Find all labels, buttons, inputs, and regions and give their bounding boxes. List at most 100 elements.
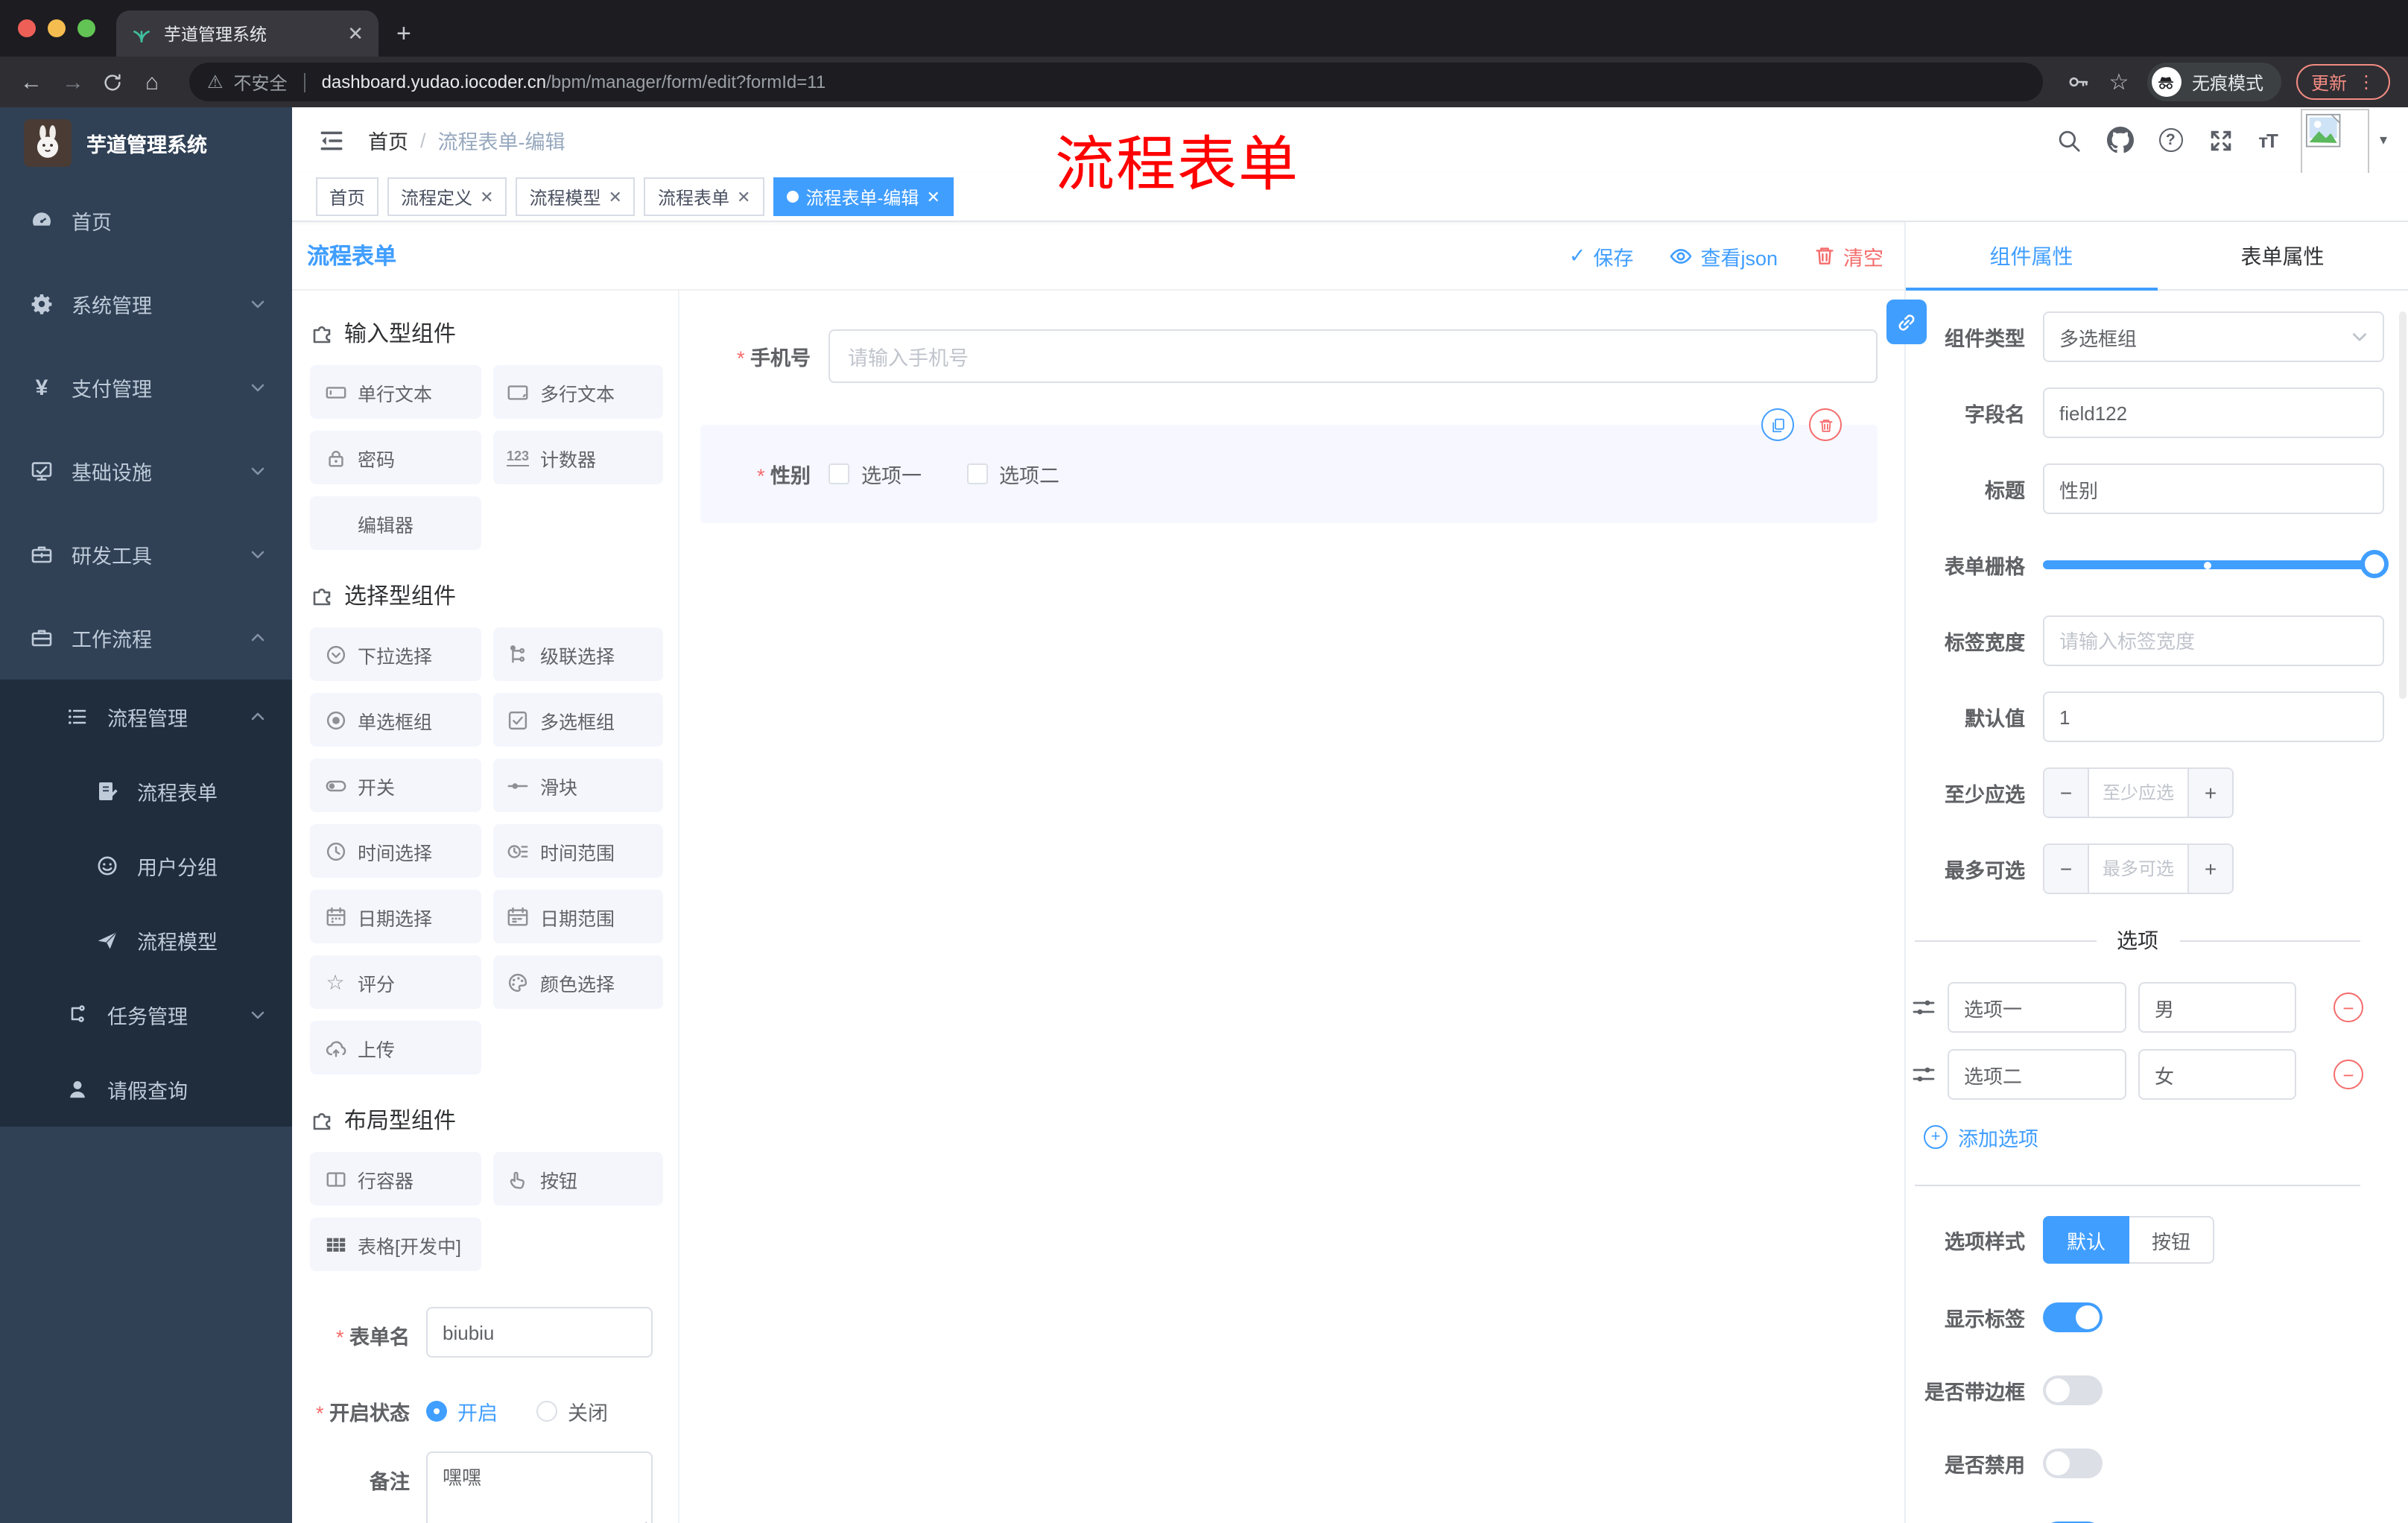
component-radio-group[interactable]: 单选框组 (310, 693, 481, 747)
sidebar-item-task-mgmt[interactable]: 任务管理 (0, 978, 292, 1052)
help-icon[interactable]: ? (2158, 128, 2183, 152)
browser-tab[interactable]: 芋道管理系统 ✕ (116, 10, 378, 57)
component-cascader[interactable]: 级联选择 (492, 627, 663, 681)
drag-handle-icon[interactable] (1912, 995, 1936, 1019)
component-counter[interactable]: 123 计数器 (492, 431, 663, 484)
checkbox-unchecked-icon[interactable] (966, 463, 987, 484)
slider-track[interactable] (2043, 560, 2384, 569)
option-value-input[interactable] (2138, 982, 2296, 1033)
clear-button[interactable]: 清空 (1813, 241, 1883, 270)
min-select-input[interactable] (2089, 769, 2187, 817)
style-default-button[interactable]: 默认 (2043, 1216, 2130, 1264)
tag-close-icon[interactable]: ✕ (480, 187, 493, 206)
new-tab-button[interactable]: + (396, 19, 411, 49)
component-multi-text[interactable]: 多行文本 (492, 365, 663, 419)
back-icon[interactable]: ← (18, 69, 45, 95)
stepper-increase-button[interactable]: + (2187, 769, 2232, 817)
component-row-container[interactable]: 行容器 (310, 1152, 481, 1206)
delete-field-button[interactable] (1809, 408, 1842, 441)
close-window-button[interactable] (18, 19, 36, 37)
sidebar-item-devtools[interactable]: 研发工具 (0, 513, 292, 596)
tag-close-icon[interactable]: ✕ (737, 187, 750, 206)
max-select-input[interactable] (2089, 845, 2187, 893)
default-value-input[interactable] (2043, 691, 2384, 742)
tag-close-icon[interactable]: ✕ (926, 187, 940, 206)
component-switch[interactable]: 开关 (310, 759, 481, 812)
tag-process-definition[interactable]: 流程定义 ✕ (387, 177, 507, 216)
forward-icon[interactable]: → (60, 69, 86, 95)
home-icon[interactable]: ⌂ (139, 69, 165, 95)
option-label-input[interactable] (1948, 982, 2126, 1033)
password-key-icon[interactable] (2067, 70, 2091, 94)
github-icon[interactable] (2106, 127, 2134, 153)
reload-icon[interactable] (101, 71, 124, 93)
component-date-picker[interactable]: 日期选择 (310, 890, 481, 943)
avatar-dropdown-caret-icon[interactable]: ▾ (2380, 132, 2387, 148)
tab-form-props[interactable]: 表单属性 (2157, 222, 2408, 289)
sidebar-fold-icon[interactable] (319, 127, 344, 153)
add-option-button[interactable]: + 添加选项 (1924, 1122, 2384, 1152)
copy-field-button[interactable] (1761, 408, 1794, 441)
form-remark-textarea[interactable]: 嘿嘿 (426, 1451, 653, 1523)
sidebar-item-process-mgmt[interactable]: 流程管理 (0, 680, 292, 754)
form-grid-slider[interactable] (2043, 539, 2389, 590)
save-button[interactable]: ✓ 保存 (1569, 241, 1634, 270)
component-select[interactable]: 下拉选择 (310, 627, 481, 681)
tag-process-form-edit[interactable]: 流程表单-编辑 ✕ (773, 177, 954, 216)
tag-close-icon[interactable]: ✕ (609, 187, 622, 206)
component-editor[interactable]: 编辑器 (310, 496, 481, 550)
search-icon[interactable] (2056, 127, 2081, 153)
tag-home[interactable]: 首页 (316, 177, 379, 216)
component-color-picker[interactable]: 颜色选择 (492, 955, 663, 1009)
option-label-input[interactable] (1948, 1049, 2126, 1100)
bookmark-star-icon[interactable]: ☆ (2106, 69, 2132, 95)
browser-menu-icon[interactable]: ⋮ (2357, 72, 2375, 92)
sidebar-item-payment[interactable]: ¥ 支付管理 (0, 346, 292, 429)
canvas-field-gender-selected[interactable]: 性别 选项一 选项二 (700, 408, 1878, 523)
stepper-increase-button[interactable]: + (2187, 845, 2232, 893)
component-upload[interactable]: 上传 (310, 1021, 481, 1074)
sidebar-item-user-groups[interactable]: 用户分组 (0, 829, 292, 903)
radio-closed[interactable]: 关闭 (536, 1396, 608, 1426)
breadcrumb-home[interactable]: 首页 (368, 125, 408, 155)
maximize-window-button[interactable] (77, 19, 95, 37)
sidebar-item-process-form[interactable]: 流程表单 (0, 754, 292, 829)
fullscreen-icon[interactable] (2208, 127, 2233, 153)
field-name-input[interactable] (2043, 387, 2384, 438)
sidebar-item-infra[interactable]: 基础设施 (0, 429, 292, 513)
tab-component-props[interactable]: 组件属性 (1906, 222, 2157, 291)
style-button-button[interactable]: 按钮 (2129, 1216, 2215, 1264)
component-checkbox-group[interactable]: 多选框组 (492, 693, 663, 747)
disabled-switch-off[interactable] (2043, 1448, 2103, 1478)
show-label-switch-on[interactable] (2043, 1302, 2103, 1332)
tab-close-icon[interactable]: ✕ (347, 22, 364, 45)
component-slider[interactable]: 滑块 (492, 759, 663, 812)
field-link-tab[interactable] (1886, 300, 1927, 344)
component-time-range[interactable]: 时间范围 (492, 824, 663, 878)
font-size-icon[interactable]: ᴛT (2258, 129, 2278, 151)
label-width-input[interactable] (2043, 615, 2384, 666)
form-name-input[interactable] (426, 1307, 653, 1358)
gender-option-2[interactable]: 选项二 (966, 459, 1059, 489)
remove-option-button[interactable]: − (2333, 992, 2363, 1022)
address-bar[interactable]: ⚠ 不安全 dashboard.yudao.iocoder.cn/bpm/man… (189, 63, 2043, 101)
sidebar-item-workflow[interactable]: 工作流程 (0, 596, 292, 680)
slider-handle[interactable] (2360, 550, 2389, 578)
option-value-input[interactable] (2138, 1049, 2296, 1100)
sidebar-item-process-model[interactable]: 流程模型 (0, 903, 292, 978)
phone-input[interactable]: 请输入手机号 (828, 329, 1878, 383)
minimize-window-button[interactable] (48, 19, 66, 37)
stepper-decrease-button[interactable]: − (2044, 845, 2089, 893)
canvas-field-phone[interactable]: 手机号 请输入手机号 (700, 329, 1878, 383)
tag-process-form[interactable]: 流程表单 ✕ (644, 177, 764, 216)
remove-option-button[interactable]: − (2333, 1060, 2363, 1089)
component-type-select[interactable]: 多选框组 (2043, 311, 2384, 362)
component-single-text[interactable]: 单行文本 (310, 365, 481, 419)
stepper-decrease-button[interactable]: − (2044, 769, 2089, 817)
component-rate[interactable]: ☆ 评分 (310, 955, 481, 1009)
component-table[interactable]: 表格[开发中] (310, 1218, 481, 1271)
sidebar-item-home[interactable]: 首页 (0, 179, 292, 262)
component-time-picker[interactable]: 时间选择 (310, 824, 481, 878)
gender-option-1[interactable]: 选项一 (828, 459, 922, 489)
view-json-button[interactable]: 查看json (1669, 241, 1778, 270)
